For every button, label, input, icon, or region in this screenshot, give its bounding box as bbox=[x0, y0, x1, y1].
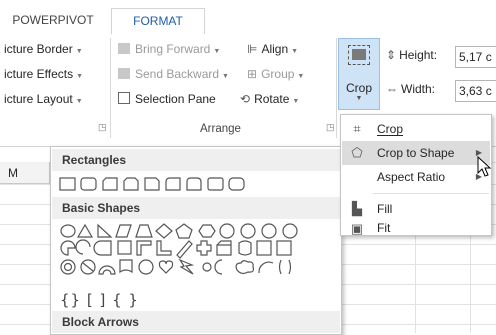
heptagon-shape-icon bbox=[219, 223, 235, 239]
round-diagonal-rectangle-shape-icon bbox=[207, 177, 224, 191]
smiley-face-shape-icon bbox=[138, 259, 154, 275]
menu-item-crop[interactable]: ⌗ Crop bbox=[342, 117, 490, 141]
pentagon-shape-icon bbox=[175, 223, 193, 239]
heart-shape-icon bbox=[158, 260, 174, 274]
crop-button-label: Crop bbox=[345, 81, 372, 95]
height-icon: ⇕ bbox=[386, 48, 397, 62]
column-header-m[interactable]: M bbox=[0, 162, 50, 184]
width-input[interactable]: 3,63 c bbox=[455, 80, 496, 102]
tab-format[interactable]: FORMAT bbox=[111, 8, 205, 36]
crop-icon bbox=[348, 45, 370, 65]
shapes-gallery: Rectangles Basic Shapes {} [] {} Block… bbox=[50, 146, 342, 335]
donut-shape-icon bbox=[60, 259, 76, 275]
picture-border-button[interactable]: icture Border ▼ bbox=[4, 42, 83, 56]
diagonal-stripe-shape-icon bbox=[176, 240, 193, 259]
bring-forward-button[interactable]: Bring Forward ▼ bbox=[118, 42, 220, 56]
send-backward-button[interactable]: Send Backward ▼ bbox=[118, 67, 229, 81]
snip-corner-rectangle-shape-icon bbox=[102, 177, 118, 191]
arrange-launcher-icon[interactable]: ◳ bbox=[326, 122, 335, 133]
chevron-down-icon: ▼ bbox=[355, 95, 363, 102]
double-bracket-shape-icon bbox=[278, 259, 292, 275]
rotate-icon: ⟲ bbox=[240, 92, 251, 106]
picture-effects-button[interactable]: icture Effects ▼ bbox=[4, 67, 83, 81]
lightning-bolt-shape-icon bbox=[178, 258, 195, 275]
rectangle-shape-icon bbox=[59, 177, 76, 191]
chord-shape-icon bbox=[75, 239, 91, 255]
fill-icon: ▙ bbox=[352, 201, 362, 216]
block-arc-shape-icon bbox=[98, 265, 116, 275]
half-frame-shape-icon bbox=[136, 240, 152, 256]
pie-shape-icon bbox=[60, 240, 76, 256]
hexagon-shape-icon bbox=[198, 224, 216, 238]
cube-shape-icon bbox=[256, 240, 272, 256]
fit-icon: ▣ bbox=[350, 221, 364, 236]
arrange-group-label: Arrange bbox=[200, 123, 241, 135]
rounded-rectangle-2-shape-icon bbox=[228, 177, 245, 191]
menu-separator bbox=[373, 193, 489, 194]
rotate-button[interactable]: ⟲ Rotate ▼ bbox=[240, 92, 299, 106]
picture-layout-button[interactable]: icture Layout ▼ bbox=[4, 92, 83, 106]
folded-corner-shape-icon bbox=[119, 259, 133, 274]
trapezoid-shape-icon bbox=[135, 224, 153, 238]
cloud-shape-icon bbox=[235, 260, 255, 275]
section-block-arrows: Block Arrows bbox=[52, 311, 340, 333]
menu-item-crop-to-shape[interactable]: ⬠ Crop to Shape ▶ bbox=[342, 141, 490, 165]
selection-pane-icon bbox=[118, 92, 130, 104]
snip-round-rectangle-shape-icon bbox=[144, 177, 160, 191]
diamond-shape-icon bbox=[155, 223, 173, 239]
parallelogram-shape-icon bbox=[115, 224, 132, 238]
cross-shape-icon bbox=[196, 240, 212, 256]
crop-icon: ⌗ bbox=[353, 121, 361, 136]
mouse-cursor-icon bbox=[477, 156, 492, 177]
group-separator bbox=[336, 38, 337, 138]
round-corner-rectangle-shape-icon bbox=[165, 177, 181, 191]
crop-to-shape-icon: ⬠ bbox=[351, 145, 363, 160]
menu-item-aspect-ratio[interactable]: Aspect Ratio ▶ bbox=[342, 165, 490, 189]
send-backward-icon bbox=[118, 68, 130, 79]
sun-shape-icon bbox=[202, 262, 212, 272]
moon-shape-icon bbox=[214, 259, 223, 275]
group-button[interactable]: ⊞ Group ▼ bbox=[247, 67, 304, 81]
decagon-shape-icon bbox=[261, 223, 277, 239]
plaque-shape-icon bbox=[216, 240, 232, 256]
bring-forward-icon bbox=[118, 43, 130, 54]
group-icon: ⊞ bbox=[247, 67, 258, 81]
height-control: ⇕ Height: bbox=[386, 48, 438, 62]
basic-shapes-braces-row[interactable]: {} [ ] { } bbox=[60, 291, 139, 309]
height-input[interactable]: 5,17 c bbox=[455, 46, 496, 68]
snip-same-side-rectangle-shape-icon bbox=[123, 177, 139, 191]
crop-dropdown-menu: ⌗ Crop ⬠ Crop to Shape ▶ Aspect Ratio ▶ … bbox=[340, 114, 492, 236]
dodecagon-shape-icon bbox=[282, 223, 298, 239]
width-icon: ⇔ bbox=[386, 82, 398, 96]
basic-shapes-grid[interactable] bbox=[59, 223, 339, 291]
menu-item-fill[interactable]: ▙ Fill bbox=[342, 197, 490, 221]
menu-item-fit[interactable]: ▣ Fit bbox=[342, 221, 490, 236]
tab-powerpivot[interactable]: POWERPIVOT bbox=[10, 8, 96, 34]
bevel-shape-icon bbox=[276, 240, 292, 256]
l-shape-icon bbox=[156, 240, 172, 256]
crop-button[interactable]: Crop ▼ bbox=[338, 38, 380, 110]
align-button[interactable]: ⊫ Align ▼ bbox=[247, 42, 298, 56]
selection-pane-button[interactable]: Selection Pane bbox=[118, 92, 216, 106]
can-shape-icon bbox=[238, 240, 252, 256]
triangle-shape-icon bbox=[76, 223, 94, 238]
section-rectangles: Rectangles bbox=[52, 149, 340, 171]
teardrop-shape-icon bbox=[93, 240, 112, 256]
rectangles-shape-row[interactable] bbox=[59, 176, 269, 192]
right-triangle-shape-icon bbox=[97, 223, 113, 238]
octagon-shape-icon bbox=[240, 223, 256, 239]
arc-shape-icon bbox=[258, 261, 274, 274]
dialog-launcher-icon[interactable]: ◳ bbox=[98, 122, 107, 133]
ribbon-tab-bar: POWERPIVOT FORMAT bbox=[0, 0, 496, 36]
frame-shape-icon bbox=[117, 240, 132, 255]
width-control: ⇔ Width: bbox=[386, 82, 436, 96]
rounded-rectangle-shape-icon bbox=[80, 177, 97, 191]
align-icon: ⊫ bbox=[247, 42, 258, 56]
section-basic-shapes: Basic Shapes bbox=[52, 197, 340, 219]
group-separator bbox=[110, 38, 111, 138]
round-same-side-rectangle-shape-icon bbox=[186, 177, 202, 191]
oval-shape-icon bbox=[60, 224, 76, 238]
